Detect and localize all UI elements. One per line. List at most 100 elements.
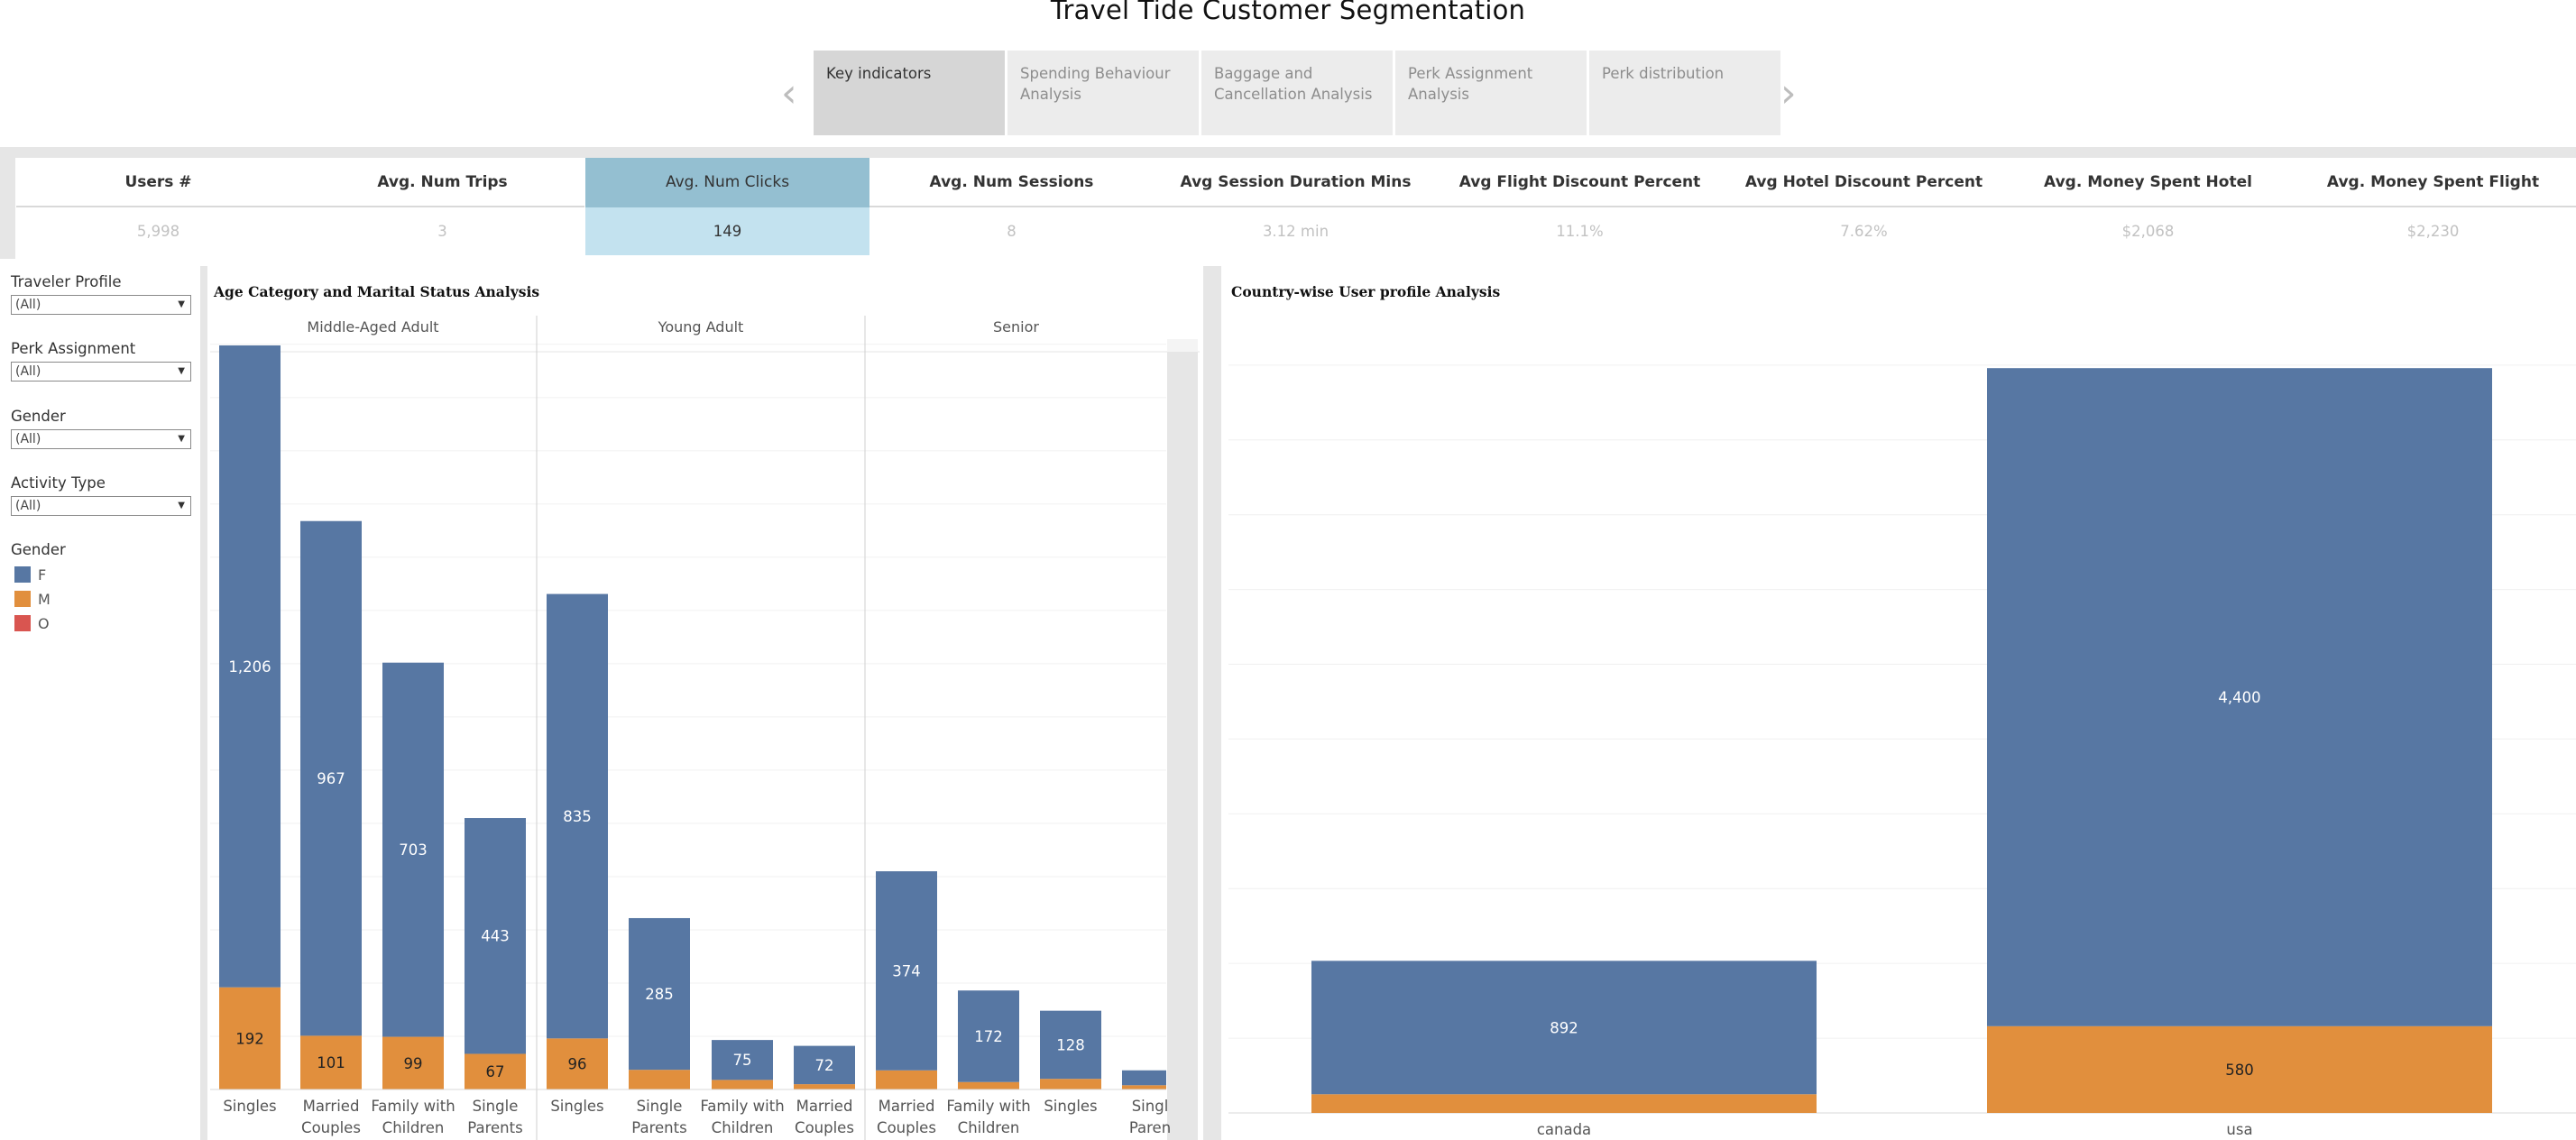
kpi-label: Avg. Money Spent Hotel (2006, 158, 2290, 207)
chevron-down-icon: ▼ (178, 501, 185, 510)
kpi-value: $2,230 (2406, 223, 2460, 240)
kpi-avg-num-sessions[interactable]: Avg. Num Sessions 8 (869, 158, 1154, 255)
legend-item-o[interactable]: O (14, 615, 50, 632)
x-tick-label: Singl (1132, 1098, 1169, 1115)
data-label-f: 443 (481, 928, 510, 945)
group-header-label: Middle-Aged Adult (307, 318, 438, 336)
kpi-label: Avg Session Duration Mins (1154, 158, 1438, 207)
data-label-f: 892 (1550, 1019, 1578, 1036)
data-label-m: 96 (568, 1056, 587, 1073)
chevron-left-icon[interactable]: ‹ (781, 70, 797, 116)
kpi-avg-num-clicks[interactable]: Avg. Num Clicks 149 (585, 158, 869, 255)
filter-panel: Traveler Profile (All) ▼ Perk Assignment… (0, 266, 200, 1140)
x-tick-label: Parents (467, 1119, 522, 1136)
filter-gender: Gender (All) ▼ (11, 408, 193, 449)
data-label-m: 67 (486, 1063, 505, 1080)
kpi-value: $2,068 (2121, 223, 2175, 240)
dropdown-value: (All) (15, 298, 41, 312)
kpi-avg-num-trips[interactable]: Avg. Num Trips 3 (300, 158, 584, 255)
legend-title: Gender (11, 541, 66, 558)
data-label-f: 285 (645, 986, 674, 1003)
country-chart-title: Country-wise User profile Analysis (1231, 283, 1501, 300)
data-label-f: 75 (733, 1052, 752, 1069)
kpi-label: Avg. Money Spent Flight (2290, 158, 2576, 207)
chevron-right-icon[interactable]: › (1780, 70, 1797, 116)
bar-segment-m (1122, 1085, 1166, 1089)
bar-segment-m (1311, 1094, 1817, 1113)
legend-item-m[interactable]: M (14, 591, 51, 608)
country-chart[interactable]: 892 canada 4,400 580 usa (1221, 307, 2576, 1140)
bar-segment-m (1040, 1079, 1101, 1089)
bar-segment-f (1122, 1070, 1166, 1086)
data-label-m: 101 (317, 1054, 345, 1071)
activity-type-dropdown[interactable]: (All) ▼ (11, 496, 191, 516)
legend-label: F (38, 566, 47, 584)
x-tick-label: Married (303, 1098, 360, 1115)
story-tab-perk-distribution[interactable]: Perk distribution (1589, 51, 1780, 135)
bar-segment-m (629, 1070, 690, 1089)
legend-swatch (14, 615, 31, 631)
kpi-label: Avg Flight Discount Percent (1438, 158, 1722, 207)
x-tick-label: Family with (371, 1098, 455, 1115)
filter-label: Gender (11, 408, 66, 425)
chevron-down-icon: ▼ (178, 366, 185, 376)
data-label-f: 172 (974, 1028, 1003, 1045)
kpi-avg-flight-discount[interactable]: Avg Flight Discount Percent 11.1% (1438, 158, 1722, 255)
data-label-f: 128 (1056, 1036, 1085, 1053)
x-tick-label: Couples (795, 1119, 854, 1136)
dropdown-value: (All) (15, 432, 41, 446)
data-label-f: 703 (399, 841, 428, 859)
panel-divider (1203, 266, 1221, 1140)
page-title: Travel Tide Customer Segmentation (1050, 0, 1526, 25)
scrollbar-cap (1167, 339, 1198, 352)
perk-assignment-dropdown[interactable]: (All) ▼ (11, 362, 191, 382)
data-label-f: 4,400 (2218, 689, 2260, 706)
gender-dropdown[interactable]: (All) ▼ (11, 429, 191, 449)
kpi-value: 7.62% (1840, 223, 1888, 240)
x-tick-label: Singles (223, 1098, 276, 1115)
x-tick-label: Family with (946, 1098, 1030, 1115)
story-tab-baggage-cancellation[interactable]: Baggage and Cancellation Analysis (1201, 51, 1393, 135)
kpi-label: Avg Hotel Discount Percent (1722, 158, 2006, 207)
kpi-value: 149 (585, 207, 869, 255)
chevron-down-icon: ▼ (178, 434, 185, 444)
kpi-avg-money-hotel[interactable]: Avg. Money Spent Hotel $2,068 (2006, 158, 2290, 255)
x-tick-label: Couples (301, 1119, 361, 1136)
legend-swatch (14, 566, 31, 583)
kpi-value: 11.1% (1556, 223, 1604, 240)
x-tick-label: Parents (631, 1119, 686, 1136)
kpi-avg-session-duration[interactable]: Avg Session Duration Mins 3.12 min (1154, 158, 1438, 255)
legend-swatch (14, 591, 31, 607)
kpi-label: Avg. Num Sessions (869, 158, 1154, 207)
story-tab-spending-behaviour[interactable]: Spending Behaviour Analysis (1007, 51, 1199, 135)
kpi-avg-hotel-discount[interactable]: Avg Hotel Discount Percent 7.62% (1722, 158, 2006, 255)
group-header-label: Senior (993, 318, 1039, 336)
filter-label: Traveler Profile (11, 273, 122, 290)
x-tick-label: Children (712, 1119, 774, 1136)
kpi-label: Users # (16, 158, 300, 207)
data-label-f: 967 (317, 770, 345, 787)
legend-item-f[interactable]: F (14, 566, 46, 584)
traveler-profile-dropdown[interactable]: (All) ▼ (11, 295, 191, 315)
data-label-f: 835 (563, 808, 592, 825)
x-tick-label: Couples (877, 1119, 936, 1136)
legend-label: O (38, 615, 50, 632)
story-tab-perk-assignment[interactable]: Perk Assignment Analysis (1395, 51, 1587, 135)
kpi-avg-money-flight[interactable]: Avg. Money Spent Flight $2,230 (2290, 158, 2576, 255)
x-tick-label: Singles (1044, 1098, 1097, 1115)
x-tick-label: Singles (550, 1098, 603, 1115)
bar-segment-m (794, 1084, 855, 1089)
kpi-label: Avg. Num Clicks (585, 158, 869, 207)
story-tab-key-indicators[interactable]: Key indicators (814, 51, 1005, 135)
dropdown-value: (All) (15, 364, 41, 379)
age-marital-chart[interactable]: Middle-Aged Adult Young Adult Senior 1,206 1… (207, 307, 1203, 1140)
x-tick-label: Family with (700, 1098, 784, 1115)
x-tick-label: Single (637, 1098, 683, 1115)
legend-label: M (38, 591, 51, 608)
x-tick-label: Married (796, 1098, 853, 1115)
x-tick-label: Single (473, 1098, 519, 1115)
data-label-m: 192 (235, 1030, 264, 1047)
data-label-m: 580 (2225, 1062, 2254, 1079)
kpi-users[interactable]: Users # 5,998 (16, 158, 300, 255)
panel-divider (200, 266, 207, 1140)
